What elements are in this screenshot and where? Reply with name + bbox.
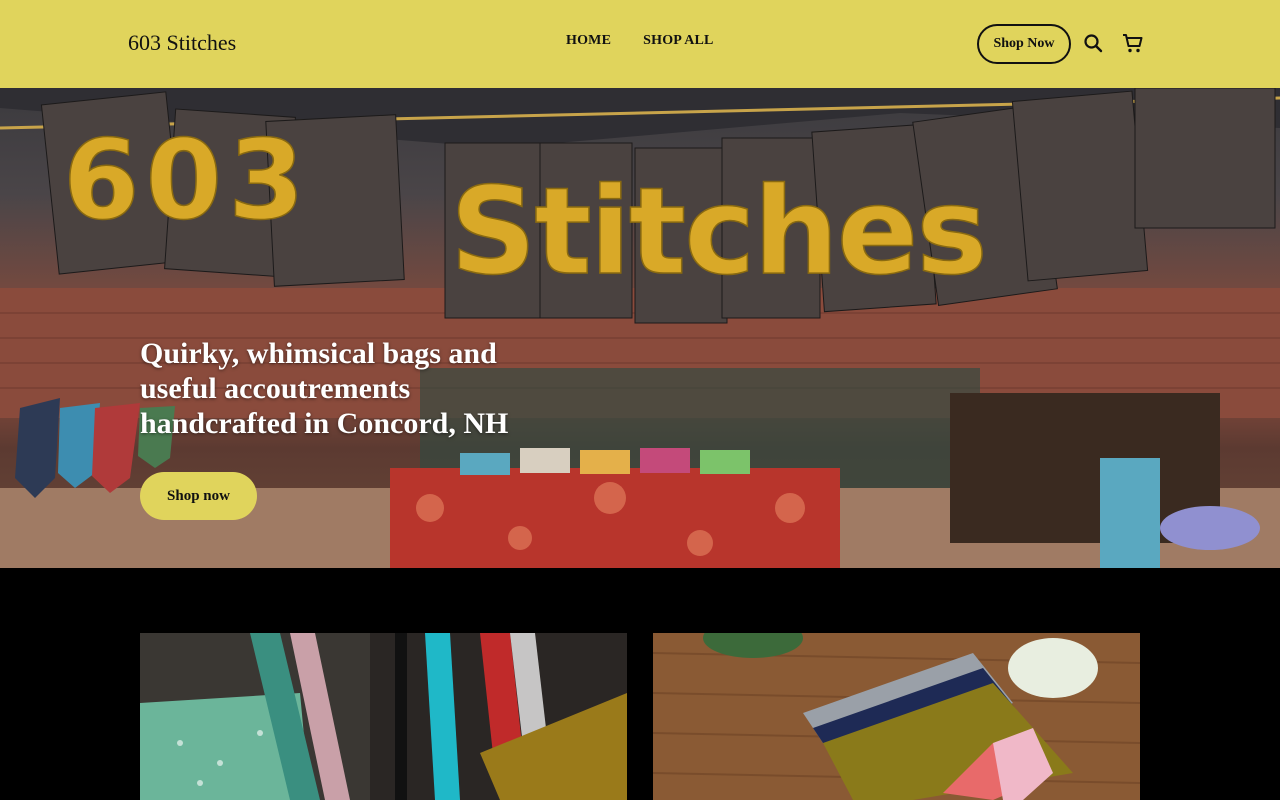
header-shop-now-button[interactable]: Shop Now [977, 24, 1071, 64]
fabric-pouches-photo[interactable] [653, 633, 1140, 800]
svg-text:Stitches: Stitches [450, 163, 986, 302]
hero-headline: Quirky, whimsical bags and useful accout… [140, 337, 509, 440]
cart-icon[interactable] [1121, 31, 1145, 55]
hero-shop-now-button[interactable]: Shop now [140, 472, 257, 520]
hero-section: 603 Stitches Quirky, whimsical bags and … [0, 88, 1280, 568]
nav-shop-all[interactable]: SHOP ALL [643, 33, 713, 49]
tote-bags-photo[interactable] [140, 633, 627, 800]
site-header: 603 Stitches HOME SHOP ALL Shop Now [0, 0, 1280, 88]
site-logo[interactable]: 603 Stitches [128, 30, 236, 56]
nav-home[interactable]: HOME [566, 33, 611, 49]
search-icon[interactable] [1081, 31, 1105, 55]
main-nav: HOME SHOP ALL [566, 33, 714, 49]
svg-text:603: 603 [63, 116, 311, 244]
